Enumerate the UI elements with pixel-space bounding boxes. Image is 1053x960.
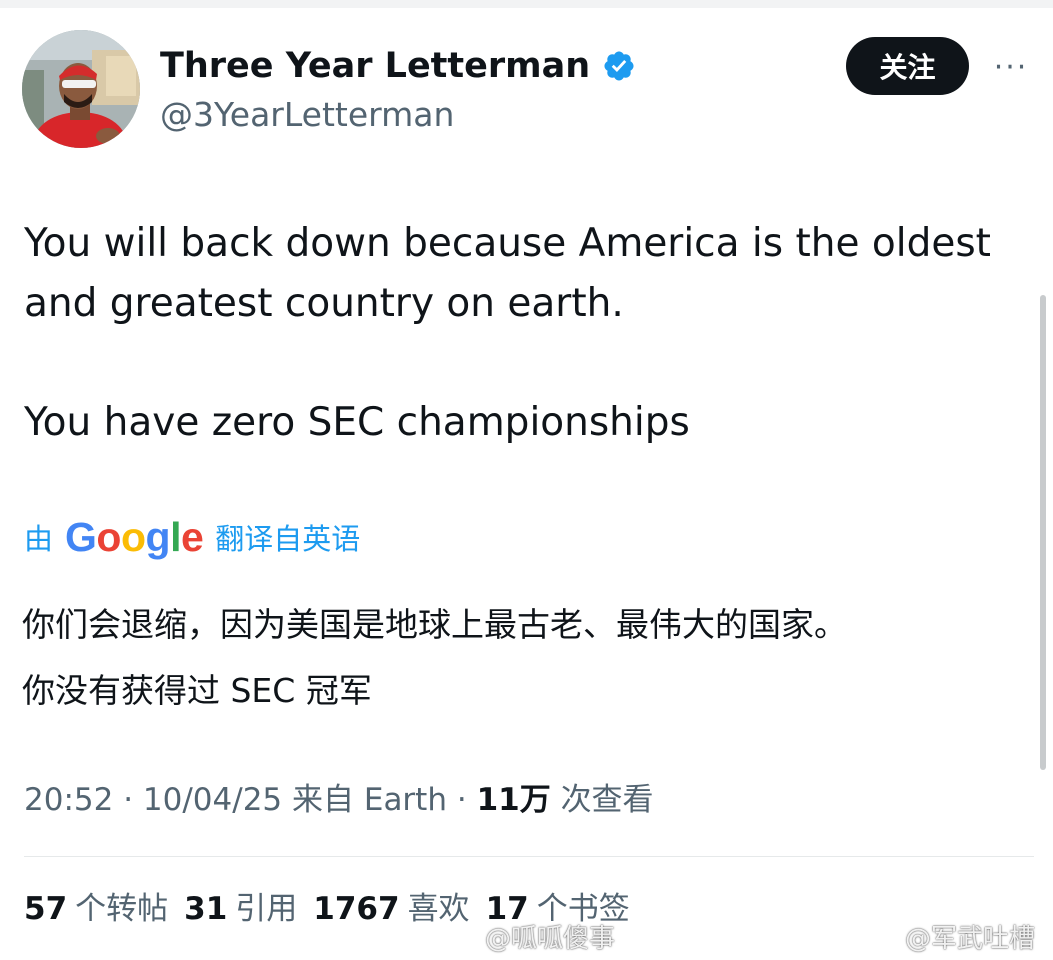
tweet-date[interactable]: 10/04/25: [143, 782, 282, 818]
quotes-count: 31: [184, 891, 228, 927]
divider: [24, 856, 1034, 857]
tweet-time[interactable]: 20:52: [24, 782, 113, 818]
meta-separator: ·: [113, 782, 143, 818]
watermark-right-text: @军武吐槽: [905, 924, 1036, 954]
tweet-meta: 20:52 · 10/04/25 来自 Earth · 11万 次查看: [24, 776, 654, 824]
translation-suffix: 翻译自英语: [215, 522, 361, 556]
translated-text: 你们会退缩，因为美国是地球上最古老、最伟大的国家。 你没有获得过 SEC 冠军: [22, 592, 1032, 724]
tweet-text-paragraph-1: You will back down because America is th…: [24, 221, 991, 326]
follow-button[interactable]: 关注: [846, 37, 969, 95]
tweet-page: Three Year Letterman @3YearLetterman 关注 …: [0, 0, 1053, 960]
views-count: 11万: [476, 782, 551, 818]
verified-badge-icon: [604, 51, 634, 81]
handle[interactable]: @3YearLetterman: [160, 92, 636, 138]
top-strip: [0, 0, 1053, 8]
weibo-icon: [446, 925, 477, 950]
watermark-right: @军武吐槽: [865, 918, 1035, 955]
more-options-icon[interactable]: ···: [988, 50, 1034, 85]
display-name[interactable]: Three Year Letterman: [160, 42, 636, 90]
tweet-text-paragraph-2: You have zero SEC championships: [24, 400, 690, 445]
translated-line-1: 你们会退缩，因为美国是地球上最古老、最伟大的国家。: [22, 605, 847, 644]
reposts-stat[interactable]: 57 个转帖: [24, 884, 168, 934]
reposts-count: 57: [24, 891, 68, 927]
reposts-label: 个转帖: [75, 891, 169, 927]
translation-attribution[interactable]: 由 Google 翻译自英语: [24, 512, 360, 562]
translation-prefix: 由: [24, 522, 54, 556]
tweet-source: 来自 Earth: [292, 782, 447, 818]
avatar[interactable]: [22, 30, 140, 148]
meta-separator-2: ·: [447, 782, 477, 818]
translated-line-2: 你没有获得过 SEC 冠军: [22, 671, 372, 710]
quotes-stat[interactable]: 31 引用: [184, 884, 297, 934]
views-label: 次查看: [560, 782, 654, 818]
likes-count: 1767: [313, 891, 400, 927]
watermark-left: @呱呱傻事: [445, 918, 615, 955]
profile-photo-icon: [22, 30, 140, 148]
scrollbar[interactable]: [1040, 295, 1046, 770]
quotes-label: 引用: [235, 891, 298, 927]
watermark-left-text: @呱呱傻事: [485, 924, 616, 954]
google-logo: Google: [65, 513, 204, 560]
weibo-icon: [866, 925, 897, 950]
author-block: Three Year Letterman @3YearLetterman: [160, 42, 636, 138]
display-name-text[interactable]: Three Year Letterman: [160, 42, 590, 90]
